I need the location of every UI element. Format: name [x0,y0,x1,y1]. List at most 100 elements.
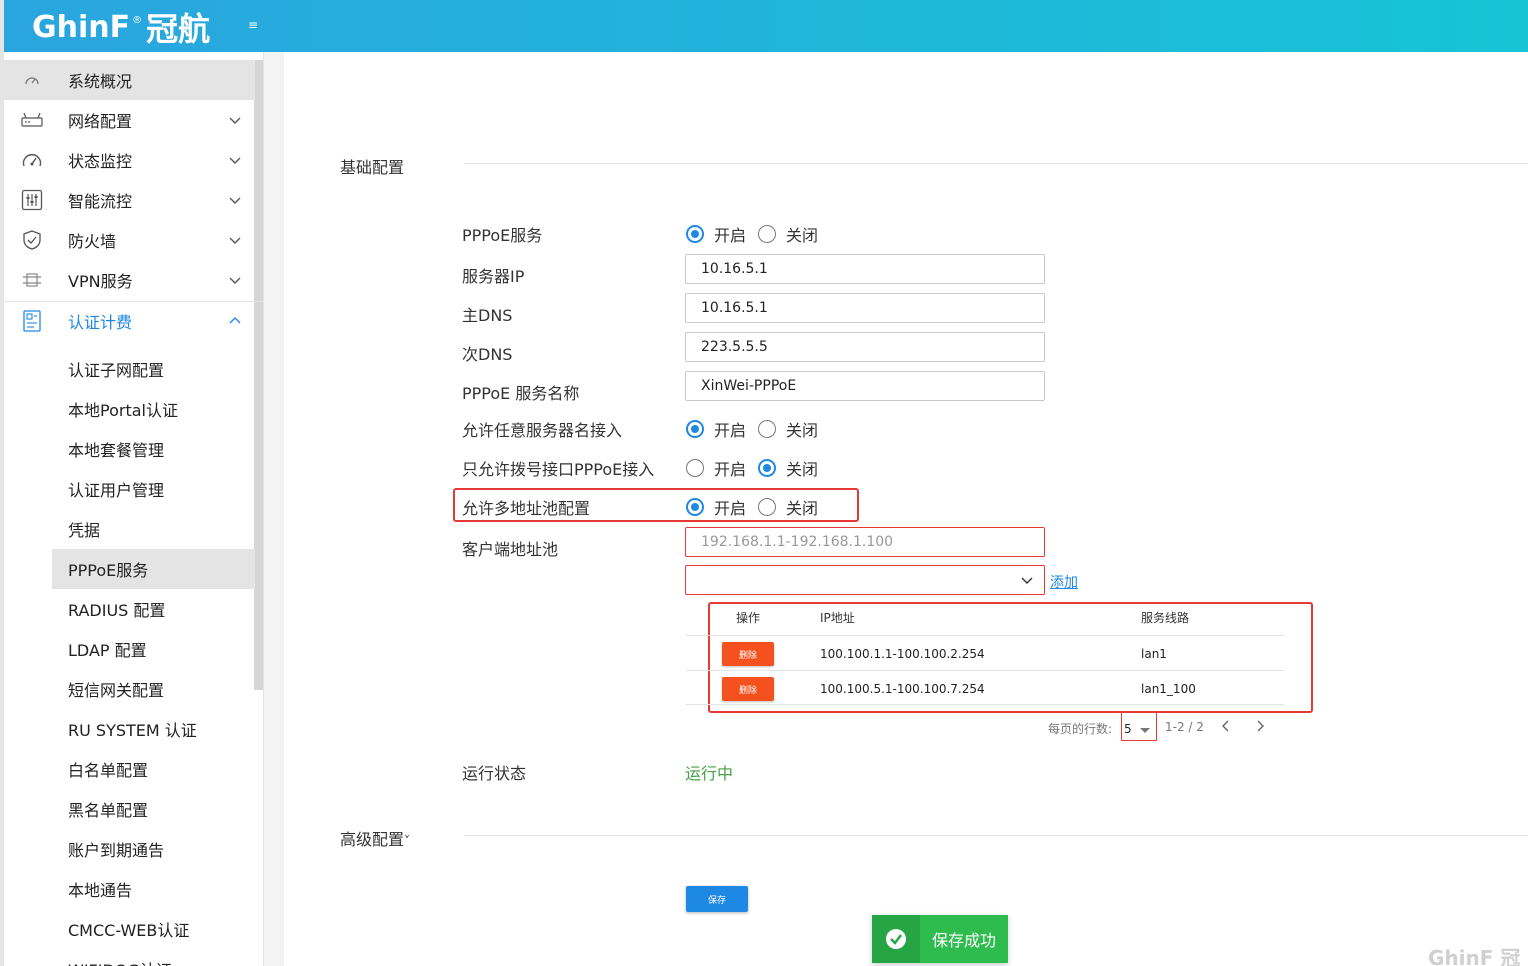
logo-registered-mark: ® [132,14,143,26]
sidebar-sub-radius[interactable]: RADIUS 配置 [52,589,255,629]
sidebar-item-label: 系统概况 [68,72,133,91]
sliders-icon [20,188,44,212]
server-ip-input[interactable]: 10.16.5.1 [685,254,1045,284]
primary-dns-input[interactable]: 10.16.5.1 [685,293,1045,323]
sidebar-sub-wifidog[interactable]: WIFIDOG认证 [52,949,255,966]
label-service-name: PPPoE 服务名称 [462,384,580,403]
sidebar-item-status-monitor[interactable]: 状态监控 [4,140,255,180]
highlight-box-pool-table [708,602,1313,713]
radio-group-dial-iface-only: 开启 关闭 [686,456,830,480]
sidebar-item-vpn-service[interactable]: VPN服务 [4,260,255,300]
radio-dial-iface-off[interactable] [758,459,777,477]
sidebar-sub-cmcc-web[interactable]: CMCC-WEB认证 [52,909,255,949]
label-client-pool: 客户端地址池 [462,540,559,559]
sidebar-sub-local-package[interactable]: 本地套餐管理 [52,429,255,469]
radio-pppoe-service-on[interactable] [686,225,704,243]
table-divider [686,704,1284,705]
sidebar-scrollbar[interactable] [254,60,263,690]
label-pppoe-service: PPPoE服务 [462,226,543,245]
radio-dial-iface-on[interactable] [686,459,704,477]
sidebar-sub-blacklist[interactable]: 黑名单配置 [52,789,255,829]
sidebar-item-label: 智能流控 [68,192,133,211]
sidebar-item-network-config[interactable]: 网络配置 [4,100,255,140]
sidebar-sub-account-expiry[interactable]: 账户到期通告 [52,829,255,869]
sidebar-item-label: 状态监控 [68,152,133,171]
sidebar-item-system-overview[interactable]: 系统概况 [4,60,255,100]
radio-label: 关闭 [786,460,819,479]
sidebar-sub-pppoe-service[interactable]: PPPoE服务 [52,549,255,589]
radio-label: 开启 [714,226,747,245]
sidebar-sub-auth-users[interactable]: 认证用户管理 [52,469,255,509]
label-primary-dns: 主DNS [462,306,513,325]
section-divider [464,163,1528,164]
sidebar-item-label: 认证计费 [68,313,133,332]
radio-label: 关闭 [786,499,819,518]
chevron-down-icon: ˅ [404,834,411,848]
radio-label: 关闭 [786,226,819,245]
table-header-ip: IP地址 [820,611,855,625]
secondary-dns-input[interactable]: 223.5.5.5 [685,332,1045,362]
client-pool-input[interactable]: 192.168.1.1-192.168.1.100 [685,527,1045,557]
chevron-down-icon [1021,577,1033,584]
service-name-input[interactable]: XinWei-PPPoE [685,371,1045,401]
radio-group-multi-pool: 开启 关闭 [686,495,830,519]
label-dial-iface-only: 只允许拨号接口PPPoE接入 [462,460,655,479]
table-cell-ip: 100.100.1.1-100.100.2.254 [820,647,985,661]
sidebar-sub-ldap[interactable]: LDAP 配置 [52,629,255,669]
chevron-down-icon [229,197,241,204]
radio-multi-pool-on[interactable] [686,498,704,516]
run-status-value: 运行中 [685,764,734,783]
sidebar-sub-sms-gateway[interactable]: 短信网关配置 [52,669,255,709]
radio-multi-pool-off[interactable] [758,498,777,516]
radio-pppoe-service-off[interactable] [758,225,777,243]
auth-billing-icon [20,309,44,333]
section-title-advanced[interactable]: 高级配置˅ [340,826,410,850]
sidebar-item-firewall[interactable]: 防火墙 [4,220,255,260]
logo-text: GhinF [32,9,131,45]
rows-per-page-label: 每页的行数: [1048,722,1113,736]
router-icon [20,108,44,132]
radio-allow-any-on[interactable] [686,420,704,438]
service-line-select[interactable] [685,565,1045,595]
sidebar-sub-whitelist[interactable]: 白名单配置 [52,749,255,789]
toast-message: 保存成功 [932,931,997,950]
brand-logo: GhinF ® 冠航 [32,6,211,49]
radio-group-pppoe-service: 开启 关闭 [686,222,830,246]
radio-label: 开启 [714,460,747,479]
delete-row-button[interactable]: 删除 [722,677,774,701]
rows-per-page-value: 5 [1124,722,1132,736]
table-header-line: 服务线路 [1141,611,1190,625]
save-button[interactable]: 保存 [686,886,748,912]
sidebar-item-auth-billing[interactable]: 认证计费 [4,301,255,341]
chevron-up-icon [229,317,241,324]
prev-page-icon[interactable] [1219,719,1233,733]
sidebar-sub-local-portal[interactable]: 本地Portal认证 [52,389,255,429]
section-title-advanced-label: 高级配置 [340,830,405,849]
radio-allow-any-off[interactable] [758,420,777,438]
caret-down-icon [1140,728,1150,733]
table-divider [686,670,1284,671]
menu-toggle-icon[interactable]: ≡ [248,17,260,33]
sidebar-sub-ru-system[interactable]: RU SYSTEM 认证 [52,709,255,749]
dashboard-icon [20,68,44,92]
sidebar-sub-local-notice[interactable]: 本地通告 [52,869,255,909]
sidebar: 系统概况 网络配置 状态监控 智能流控 防火墙 VPN服务 认证计费 认证子网配… [4,52,264,966]
gauge-icon [20,148,44,172]
logo-chinese-text: 冠航 [146,10,211,48]
table-header-action: 操作 [736,611,761,625]
sidebar-sub-auth-subnet[interactable]: 认证子网配置 [52,349,255,389]
watermark-logo: GhinF 冠航 [1428,946,1521,966]
add-pool-link[interactable]: 添加 [1050,572,1078,592]
check-circle-icon [886,929,906,949]
label-multi-pool: 允许多地址池配置 [462,499,591,518]
delete-row-button[interactable]: 删除 [722,642,774,666]
radio-label: 开启 [714,421,747,440]
label-secondary-dns: 次DNS [462,345,513,364]
sidebar-item-smart-flow-control[interactable]: 智能流控 [4,180,255,220]
radio-label: 开启 [714,499,747,518]
content-gutter [264,52,284,966]
sidebar-sub-credentials[interactable]: 凭据 [52,509,255,549]
table-cell-line: lan1_100 [1141,682,1196,696]
rows-per-page-select[interactable]: 5 [1121,711,1157,741]
next-page-icon[interactable] [1253,719,1267,733]
